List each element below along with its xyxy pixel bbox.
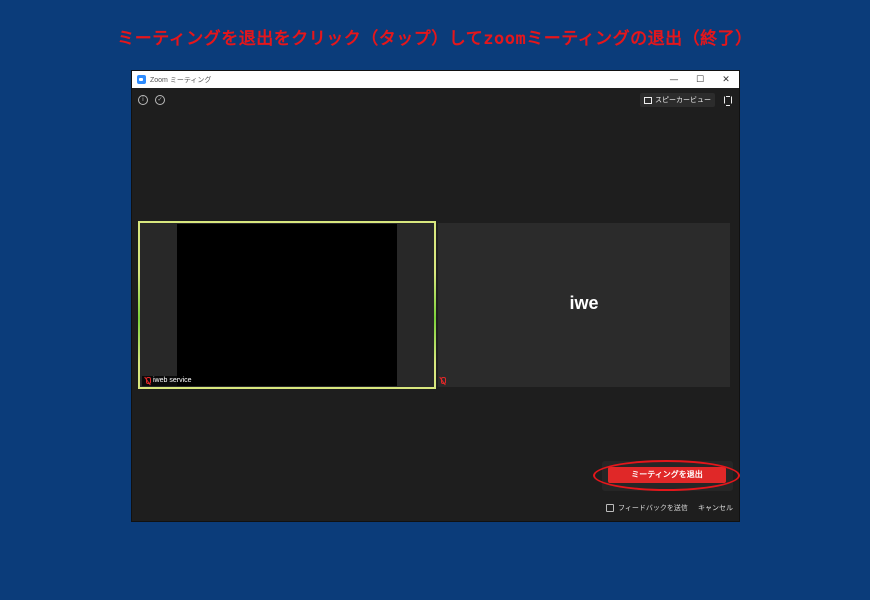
speaker-view-button[interactable]: スピーカービュー	[640, 93, 715, 107]
zoom-app-icon	[137, 75, 146, 84]
active-speaker-indicator	[434, 273, 436, 363]
highlight-annotation	[593, 460, 740, 491]
view-grid-icon	[644, 96, 652, 104]
cancel-button[interactable]: キャンセル	[698, 503, 733, 513]
maximize-button[interactable]: ☐	[687, 71, 713, 88]
instruction-headline: ミーティングを退出をクリック（タップ）してzoomミーティングの退出（終了）	[117, 29, 753, 49]
zoom-meeting-window: Zoom ミーティング — ☐ ✕ i ✓ スピーカービュー iweb serv…	[131, 70, 740, 522]
mic-muted-icon	[145, 377, 151, 385]
feedback-checkbox[interactable]	[606, 504, 614, 512]
feedback-label: フィードバックを送信	[618, 504, 688, 512]
participant-tile[interactable]: iwe	[438, 223, 730, 387]
feedback-option[interactable]: フィードバックを送信	[606, 503, 688, 513]
participant-name-tag: iweb service	[142, 376, 195, 386]
info-icon[interactable]: i	[138, 95, 148, 105]
minimize-button[interactable]: —	[661, 71, 687, 88]
active-speaker-indicator	[138, 273, 140, 363]
participant-name: iweb service	[153, 377, 192, 384]
participant-video	[177, 224, 397, 386]
security-shield-icon[interactable]: ✓	[155, 95, 165, 105]
fullscreen-icon[interactable]	[724, 96, 732, 106]
mic-muted-icon	[440, 377, 446, 385]
window-title: Zoom ミーティング	[150, 76, 212, 84]
close-button[interactable]: ✕	[713, 71, 739, 88]
speaker-view-label: スピーカービュー	[655, 96, 711, 104]
participant-tile-active[interactable]: iweb service	[138, 221, 436, 389]
window-controls: — ☐ ✕	[661, 71, 739, 88]
title-bar: Zoom ミーティング — ☐ ✕	[132, 71, 739, 88]
participant-display-name: iwe	[569, 293, 599, 313]
